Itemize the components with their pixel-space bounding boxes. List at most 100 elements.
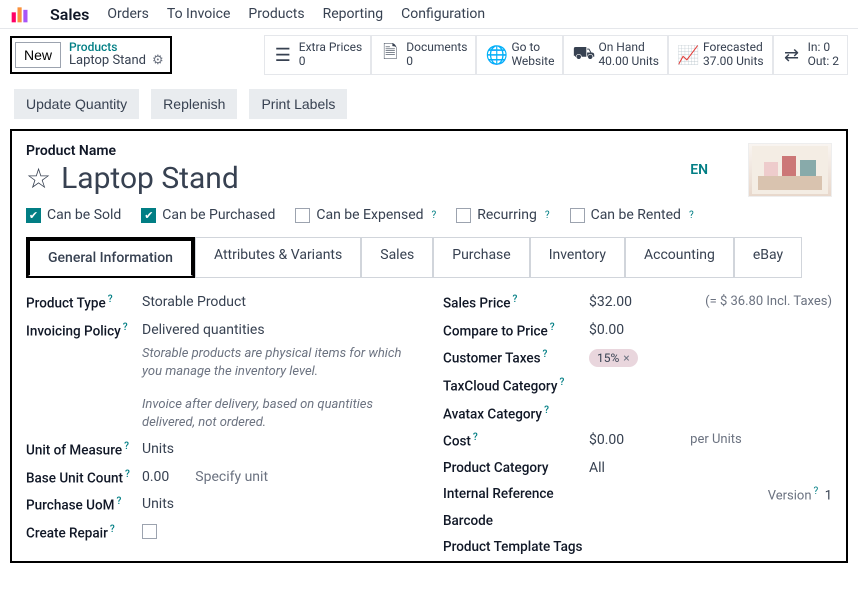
- tab-attributes-variants[interactable]: Attributes & Variants: [195, 237, 361, 278]
- stat-extra-prices[interactable]: ☰ Extra Prices 0: [264, 35, 371, 75]
- stat-value: 0: [406, 55, 467, 69]
- nav-orders[interactable]: Orders: [107, 6, 149, 22]
- help-icon[interactable]: ?: [559, 377, 564, 388]
- can-be-expensed-checkbox[interactable]: Can be Expensed?: [295, 207, 436, 223]
- stat-go-to-website[interactable]: 🌐 Go to Website: [476, 35, 563, 75]
- breadcrumb-current: Laptop Stand: [69, 54, 146, 68]
- stat-label: Go to: [511, 41, 554, 55]
- option-checkboxes: ✔Can be Sold ✔Can be Purchased Can be Ex…: [26, 207, 832, 223]
- customer-taxes-field[interactable]: Customer Taxes? 15%×: [443, 349, 832, 367]
- incl-taxes-text: (= $ 36.80 Incl. Taxes): [705, 294, 832, 309]
- product-form: Product Name ☆ Laptop Stand EN ✔Can be S…: [10, 129, 848, 563]
- help-icon[interactable]: ?: [123, 322, 128, 333]
- stat-forecasted[interactable]: 📈 Forecasted 37.00 Units: [668, 35, 773, 75]
- stat-in-out[interactable]: ⇄ In: 0 Out: 2: [773, 35, 848, 75]
- can-be-sold-checkbox[interactable]: ✔Can be Sold: [26, 207, 121, 223]
- help-icon[interactable]: ?: [689, 210, 694, 221]
- help-icon[interactable]: ?: [550, 322, 555, 333]
- product-name-label: Product Name: [26, 143, 690, 159]
- tab-ebay[interactable]: eBay: [734, 237, 802, 278]
- product-name-input[interactable]: Laptop Stand: [61, 161, 239, 196]
- stat-label: Documents: [406, 41, 467, 55]
- app-logo-icon: [10, 4, 30, 24]
- stat-label: In: 0: [808, 41, 839, 55]
- can-be-rented-checkbox[interactable]: Can be Rented?: [570, 207, 694, 223]
- tab-bar: General Information Attributes & Variant…: [26, 237, 832, 278]
- invoicing-policy-field[interactable]: Invoicing Policy? Delivered quantities: [26, 322, 415, 340]
- help-icon[interactable]: ?: [124, 441, 129, 452]
- tab-sales[interactable]: Sales: [361, 237, 433, 278]
- taxcloud-category-field[interactable]: TaxCloud Category?: [443, 377, 832, 395]
- version-value: 1: [825, 488, 832, 503]
- stat-value: Out: 2: [808, 55, 839, 69]
- product-type-field[interactable]: Product Type? Storable Product: [26, 294, 415, 312]
- help-icon[interactable]: ?: [513, 294, 518, 305]
- base-unit-count-field[interactable]: Base Unit Count? 0.00 Specify unit: [26, 469, 415, 487]
- unit-of-measure-field[interactable]: Unit of Measure? Units: [26, 441, 415, 459]
- tax-tag[interactable]: 15%×: [589, 349, 638, 367]
- avatax-category-field[interactable]: Avatax Category?: [443, 405, 832, 423]
- product-template-tags-field[interactable]: Product Template Tags: [443, 539, 832, 555]
- help-icon[interactable]: ?: [473, 432, 478, 443]
- breadcrumb-row: New Products Laptop Stand ⚙ ☰ Extra Pric…: [0, 29, 858, 81]
- help-icon[interactable]: ?: [116, 496, 121, 507]
- nav-reporting[interactable]: Reporting: [323, 6, 384, 22]
- tab-inventory[interactable]: Inventory: [530, 237, 625, 278]
- nav-to-invoice[interactable]: To Invoice: [167, 6, 231, 22]
- product-image[interactable]: [748, 143, 832, 197]
- stat-label: Forecasted: [703, 41, 764, 55]
- can-be-purchased-checkbox[interactable]: ✔Can be Purchased: [141, 207, 275, 223]
- nav-app[interactable]: Sales: [50, 5, 89, 24]
- transfer-icon: ⇄: [782, 45, 802, 66]
- sales-price-field[interactable]: Sales Price? $32.00 (= $ 36.80 Incl. Tax…: [443, 294, 832, 312]
- specify-unit-link[interactable]: Specify unit: [195, 469, 268, 485]
- help-icon[interactable]: ?: [432, 210, 437, 221]
- general-info-panel: Product Type? Storable Product Invoicing…: [26, 294, 832, 561]
- language-badge[interactable]: EN: [690, 162, 708, 178]
- help-icon[interactable]: ?: [545, 210, 550, 221]
- create-repair-field[interactable]: Create Repair?: [26, 524, 415, 542]
- tab-accounting[interactable]: Accounting: [625, 237, 734, 278]
- nav-configuration[interactable]: Configuration: [401, 6, 485, 22]
- document-icon: 🗎: [380, 40, 400, 70]
- gear-icon[interactable]: ⚙: [152, 54, 164, 68]
- product-category-field[interactable]: Product Category All: [443, 460, 832, 476]
- help-icon[interactable]: ?: [814, 486, 819, 497]
- stat-value: 40.00 Units: [598, 55, 659, 69]
- stat-label: On Hand: [598, 41, 659, 55]
- stat-value: 37.00 Units: [703, 55, 764, 69]
- stat-on-hand[interactable]: ⛟ On Hand 40.00 Units: [563, 35, 668, 75]
- boxes-icon: ⛟: [572, 43, 592, 67]
- stat-value: Website: [511, 55, 554, 69]
- top-nav: Sales Orders To Invoice Products Reporti…: [0, 0, 858, 29]
- stat-label: Extra Prices: [299, 41, 362, 55]
- purchase-uom-field[interactable]: Purchase UoM? Units: [26, 496, 415, 514]
- stat-strip: ☰ Extra Prices 0 🗎 Documents 0 🌐 Go to W…: [264, 35, 848, 75]
- remove-tag-icon[interactable]: ×: [623, 351, 629, 365]
- breadcrumb: Products Laptop Stand ⚙: [69, 41, 164, 68]
- print-labels-button[interactable]: Print Labels: [249, 89, 347, 119]
- globe-icon: 🌐: [485, 45, 505, 66]
- help-icon[interactable]: ?: [544, 405, 549, 416]
- create-repair-checkbox[interactable]: [142, 524, 157, 539]
- stat-documents[interactable]: 🗎 Documents 0: [371, 35, 476, 75]
- new-button[interactable]: New: [15, 42, 61, 68]
- replenish-button[interactable]: Replenish: [151, 89, 237, 119]
- cost-field[interactable]: Cost? $0.00 per Units: [443, 432, 832, 450]
- help-icon[interactable]: ?: [125, 469, 130, 480]
- update-quantity-button[interactable]: Update Quantity: [14, 89, 139, 119]
- stat-value: 0: [299, 55, 362, 69]
- nav-products[interactable]: Products: [248, 6, 304, 22]
- action-row: Update Quantity Replenish Print Labels: [0, 81, 858, 127]
- tab-general-information[interactable]: General Information: [28, 239, 193, 276]
- barcode-field[interactable]: Barcode: [443, 513, 832, 529]
- favorite-star-icon[interactable]: ☆: [26, 162, 51, 195]
- compare-to-price-field[interactable]: Compare to Price? $0.00: [443, 322, 832, 340]
- help-icon[interactable]: ?: [108, 294, 113, 305]
- recurring-checkbox[interactable]: Recurring?: [456, 207, 549, 223]
- chart-icon: 📈: [677, 45, 697, 66]
- tab-purchase[interactable]: Purchase: [433, 237, 529, 278]
- help-icon[interactable]: ?: [543, 349, 548, 360]
- internal-reference-field[interactable]: Internal Reference Version? 1: [443, 486, 832, 503]
- help-icon[interactable]: ?: [110, 524, 115, 535]
